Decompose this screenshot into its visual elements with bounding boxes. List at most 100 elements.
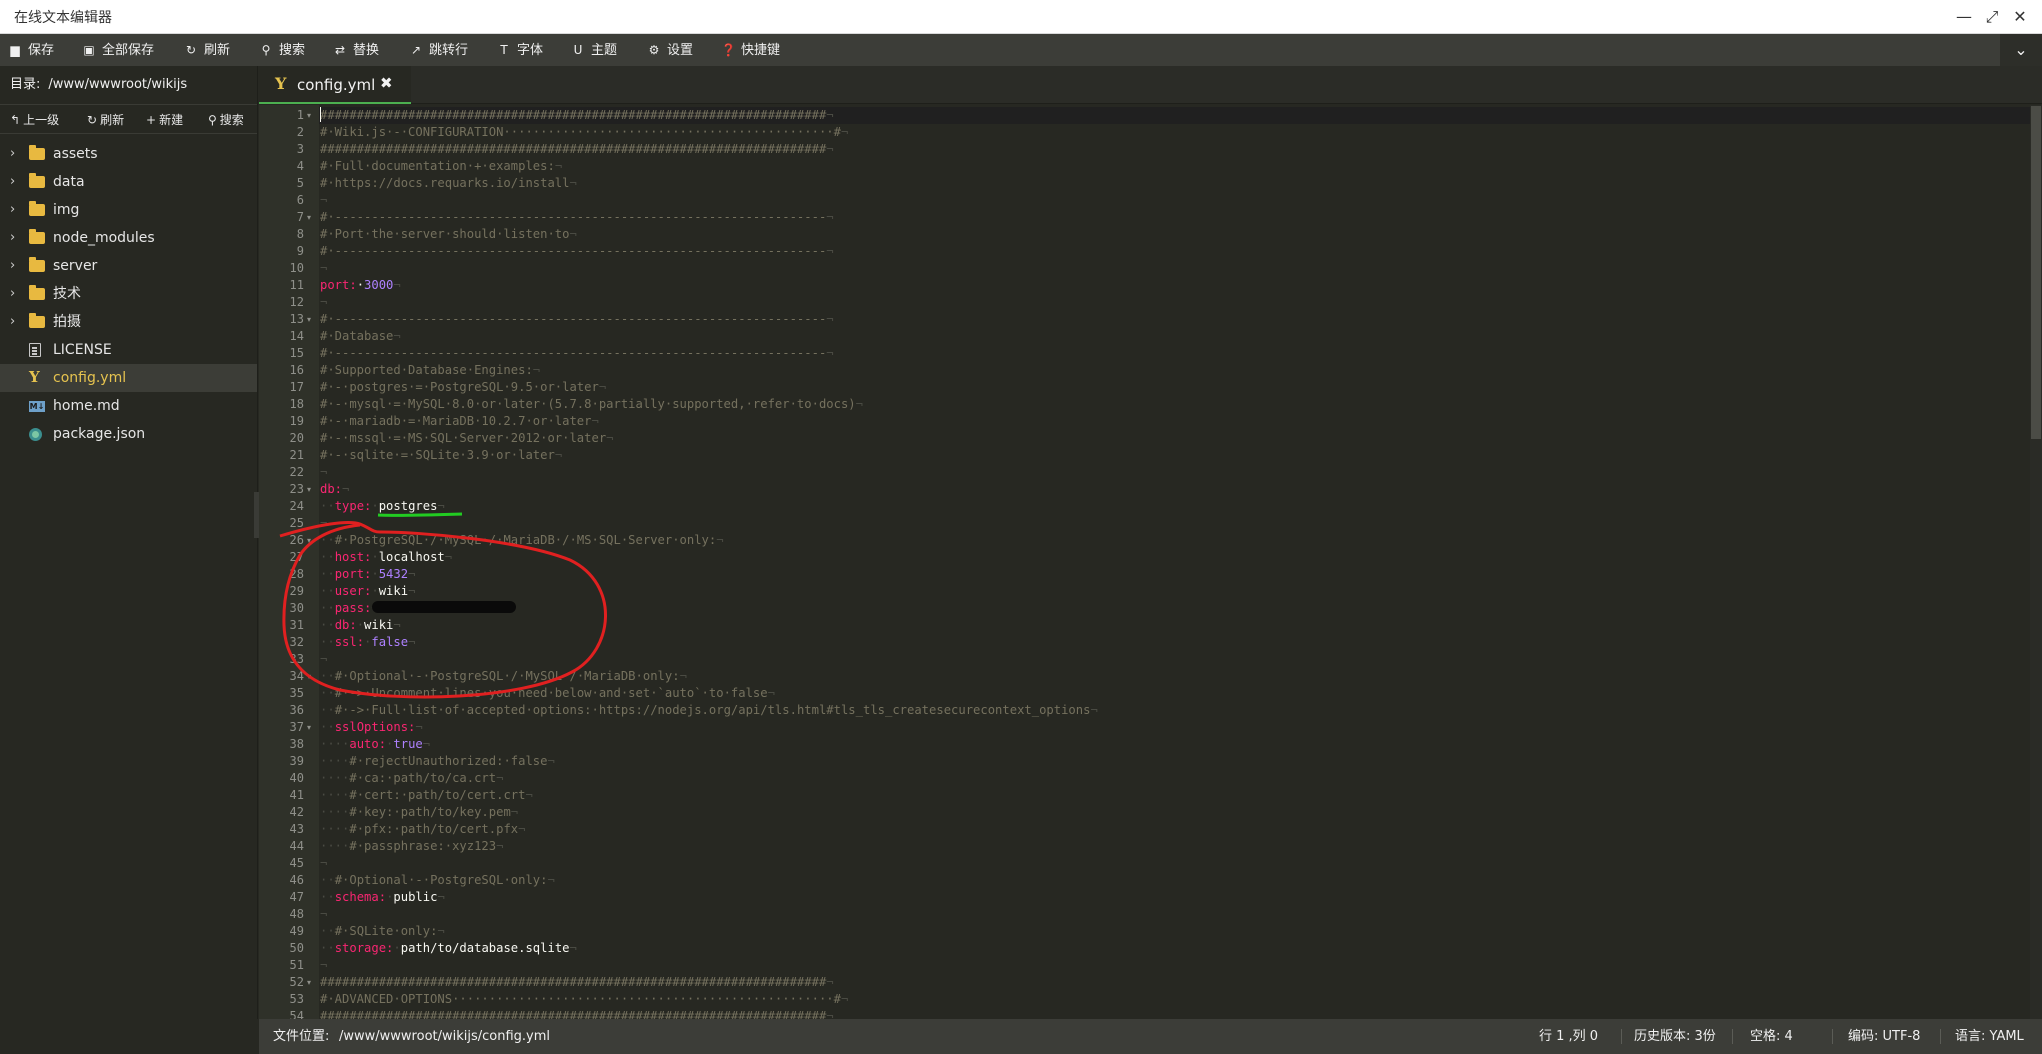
code-line[interactable]: #·-·mariadb·=·MariaDB·10.2.7·or·later¬ [320, 413, 599, 430]
code-line[interactable]: ····#·key:·path/to/key.pem¬ [320, 804, 518, 821]
code-line[interactable]: #·Full·documentation·+·examples:¬ [320, 158, 562, 175]
fold-arrow-icon[interactable]: ▾ [307, 719, 311, 736]
code-line[interactable]: ··db:·wiki¬ [320, 617, 401, 634]
code-line[interactable]: #·--------------------------------------… [320, 345, 834, 362]
fold-arrow-icon[interactable]: ▾ [307, 532, 311, 549]
font-button[interactable]: T 字体 [497, 34, 543, 66]
code-line[interactable]: #·--------------------------------------… [320, 311, 834, 328]
code-line[interactable]: ··#·->·Uncomment·lines·you·need·below·an… [320, 685, 775, 702]
chevron-right-icon[interactable]: › [10, 308, 22, 336]
code-line[interactable]: ¬ [320, 855, 327, 872]
tree-file-home-md[interactable]: M↓ home.md [0, 392, 257, 420]
save-all-button[interactable]: ▣ 全部保存 [82, 34, 154, 66]
indent-setting[interactable]: 空格: 4 [1750, 1019, 1793, 1054]
chevron-right-icon[interactable]: › [10, 224, 22, 252]
code-line[interactable]: ··storage:·path/to/database.sqlite¬ [320, 940, 577, 957]
code-line[interactable]: ¬ [320, 192, 327, 209]
code-line[interactable]: ··schema:·public¬ [320, 889, 445, 906]
close-icon[interactable]: ✕ [2006, 3, 2034, 31]
minimize-icon[interactable]: — [1950, 3, 1978, 31]
history-versions[interactable]: 历史版本: 3份 [1634, 1019, 1716, 1054]
code-line[interactable]: ¬ [320, 651, 327, 668]
code-line[interactable]: ····#·pfx:·path/to/cert.pfx¬ [320, 821, 525, 838]
sidebar-refresh-button[interactable]: ↻ 刷新 [87, 105, 124, 135]
code-line[interactable]: #·-·sqlite·=·SQLite·3.9·or·later¬ [320, 447, 562, 464]
code-line[interactable]: ¬ [320, 464, 327, 481]
fold-arrow-icon[interactable]: ▾ [307, 311, 311, 328]
replace-button[interactable]: ⇄ 替换 [333, 34, 379, 66]
settings-button[interactable]: ⚙ 设置 [647, 34, 693, 66]
code-line[interactable]: ··#·Optional·-·PostgreSQL·only:¬ [320, 872, 555, 889]
tree-folder-assets[interactable]: › assets [0, 140, 257, 168]
fold-arrow-icon[interactable]: ▾ [307, 974, 311, 991]
code-line[interactable]: ########################################… [320, 1008, 834, 1019]
code-line[interactable]: #·Wiki.js·-·CONFIGURATION···············… [320, 124, 848, 141]
fold-arrow-icon[interactable]: ▾ [307, 107, 311, 124]
code-line[interactable]: ····#·cert:·path/to/cert.crt¬ [320, 787, 533, 804]
fold-arrow-icon[interactable]: ▾ [307, 668, 311, 685]
language-setting[interactable]: 语言: YAML [1955, 1019, 2024, 1054]
sidebar-search-button[interactable]: ⚲ 搜索 [208, 105, 244, 135]
code-line[interactable]: ····#·passphrase:·xyz123¬ [320, 838, 503, 855]
encoding-setting[interactable]: 编码: UTF-8 [1848, 1019, 1920, 1054]
fold-arrow-icon[interactable]: ▾ [307, 481, 311, 498]
code-line[interactable]: ··#·SQLite·only:¬ [320, 923, 445, 940]
shortcuts-button[interactable]: ❓ 快捷键 [721, 34, 780, 66]
code-line[interactable]: #·-·postgres·=·PostgreSQL·9.5·or·later¬ [320, 379, 606, 396]
code-line[interactable]: ··#·->·Full·list·of·accepted·options:·ht… [320, 702, 1098, 719]
code-line[interactable]: ¬ [320, 957, 327, 974]
code-line[interactable]: #·-·mysql·=·MySQL·8.0·or·later·(5.7.8·pa… [320, 396, 863, 413]
code-line[interactable]: ··ssl:·false¬ [320, 634, 415, 651]
code-line[interactable]: #·ADVANCED·OPTIONS······················… [320, 991, 848, 1008]
tree-file-package-json[interactable]: package.json [0, 420, 257, 448]
tree-folder-data[interactable]: › data [0, 168, 257, 196]
code-line[interactable]: ¬ [320, 260, 327, 277]
code-line[interactable]: ########################################… [319, 107, 2041, 124]
code-line[interactable]: #·--------------------------------------… [320, 243, 834, 260]
refresh-button[interactable]: ↻ 刷新 [184, 34, 230, 66]
save-button[interactable]: ▆ 保存 [8, 34, 54, 66]
code-line[interactable]: ··type:·postgres¬ [320, 498, 445, 515]
parent-dir-button[interactable]: ↰ 上一级 [10, 105, 59, 135]
code-line[interactable]: ··pass:¬ [320, 600, 379, 617]
goto-line-button[interactable]: ↗ 跳转行 [409, 34, 468, 66]
tab-config-yml[interactable]: Y config.yml ✖ [259, 66, 411, 104]
code-line[interactable]: port:·3000¬ [320, 277, 401, 294]
code-line[interactable]: #·-·mssql·=·MS·SQL·Server·2012·or·later¬ [320, 430, 614, 447]
toolbar-collapse-button[interactable]: ⌄ [2000, 34, 2042, 66]
chevron-right-icon[interactable]: › [10, 140, 22, 168]
code-line[interactable]: ····#·rejectUnauthorized:·false¬ [320, 753, 555, 770]
code-line[interactable]: ··port:·5432¬ [320, 566, 415, 583]
search-button[interactable]: ⚲ 搜索 [259, 34, 305, 66]
theme-button[interactable]: U 主题 [571, 34, 617, 66]
chevron-right-icon[interactable]: › [10, 168, 22, 196]
code-line[interactable]: #·--------------------------------------… [320, 209, 834, 226]
tree-folder-tech[interactable]: › 技术 [0, 280, 257, 308]
code-line[interactable]: ########################################… [320, 974, 834, 991]
code-line[interactable]: ¬ [320, 906, 327, 923]
tree-file-license[interactable]: LICENSE [0, 336, 257, 364]
code-line[interactable]: ··host:·localhost¬ [320, 549, 452, 566]
code-editor[interactable]: 1 ▾ 2 3 4 5 6 7 ▾ 8 9 10 11 12 13 ▾ 14 15 16 17 18 19 20 21 22 23… [259, 105, 2042, 1019]
new-file-button[interactable]: + 新建 [146, 105, 183, 135]
chevron-right-icon[interactable]: › [10, 280, 22, 308]
tab-close-icon[interactable]: ✖ [380, 74, 393, 92]
code-line[interactable]: #·Database¬ [320, 328, 401, 345]
tree-folder-img[interactable]: › img [0, 196, 257, 224]
tree-folder-node-modules[interactable]: › node_modules [0, 224, 257, 252]
code-line[interactable]: #·https://docs.requarks.io/install¬ [320, 175, 577, 192]
code-line[interactable]: ····#·ca:·path/to/ca.crt¬ [320, 770, 503, 787]
maximize-icon[interactable]: ⤢ [1978, 3, 2006, 31]
code-line[interactable]: #·Port·the·server·should·listen·to¬ [320, 226, 577, 243]
code-line[interactable]: #·Supported·Database·Engines:¬ [320, 362, 540, 379]
chevron-right-icon[interactable]: › [10, 252, 22, 280]
code-line[interactable]: ··user:·wiki¬ [320, 583, 415, 600]
code-line[interactable]: ¬ [320, 294, 327, 311]
tree-folder-shooting[interactable]: › 拍摄 [0, 308, 257, 336]
code-line[interactable]: ########################################… [320, 141, 834, 158]
fold-arrow-icon[interactable]: ▾ [307, 209, 311, 226]
vertical-scrollbar[interactable] [2030, 105, 2042, 1019]
code-line[interactable]: ··sslOptions:¬ [320, 719, 423, 736]
chevron-right-icon[interactable]: › [10, 196, 22, 224]
tree-file-config-yml[interactable]: Yconfig.yml [0, 364, 257, 392]
